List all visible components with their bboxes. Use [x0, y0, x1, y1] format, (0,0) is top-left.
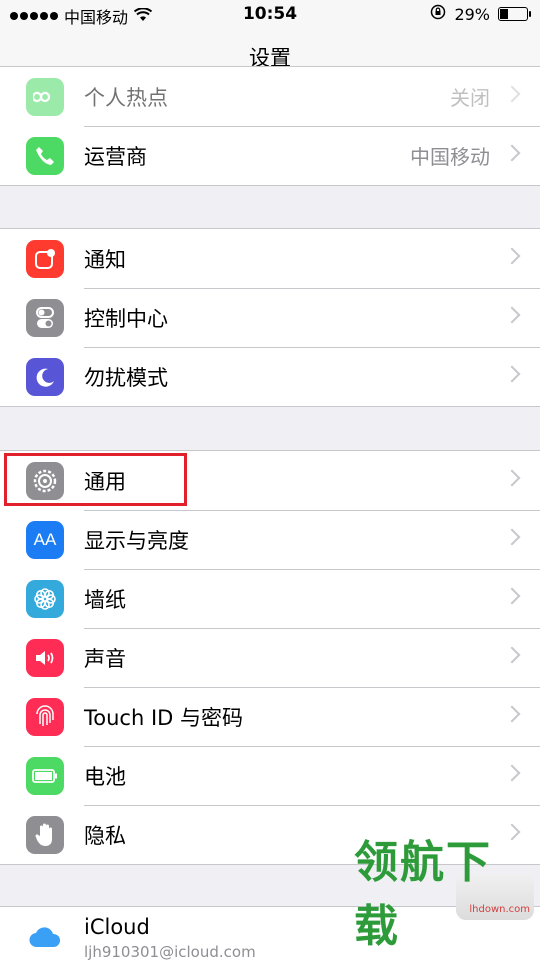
battery-percent: 29%: [454, 4, 490, 24]
nav-overlay: [0, 28, 540, 84]
settings-row-carrier[interactable]: 运营商 中国移动: [0, 126, 540, 185]
settings-row-battery[interactable]: 电池: [0, 746, 540, 805]
icloud-icon: [26, 919, 64, 957]
chevron-right-icon: [503, 528, 521, 546]
settings-row-notifications[interactable]: 通知: [0, 229, 540, 288]
highlight-box: [4, 453, 187, 506]
battery-icon: [498, 7, 531, 21]
settings-row-touch-id[interactable]: Touch ID 与密码: [0, 687, 540, 746]
settings-row-label: 隐私: [84, 823, 126, 848]
chevron-right-icon: [503, 85, 521, 103]
chevron-right-icon: [503, 306, 521, 324]
settings-row-label: 勿扰模式: [84, 365, 168, 390]
brightness-icon: AA: [26, 521, 64, 559]
settings-row-label: 墙纸: [84, 587, 126, 612]
icloud-label: iCloud: [84, 915, 150, 939]
settings-row-label: 显示与亮度: [84, 528, 189, 553]
orientation-lock-icon: [430, 4, 446, 24]
settings-row-label: 个人热点: [84, 85, 168, 110]
settings-row-label: 通知: [84, 247, 126, 272]
chevron-right-icon: [503, 247, 521, 265]
phone-icon: [26, 137, 64, 175]
brightness-glyph: AA: [33, 530, 57, 549]
settings-row-label: Touch ID 与密码: [84, 705, 243, 730]
battery-icon: [26, 757, 64, 795]
settings-group-notifications: 通知 控制中心 勿扰模式: [0, 228, 540, 407]
chevron-right-icon: [503, 144, 521, 162]
settings-row-display-brightness[interactable]: AA 显示与亮度: [0, 510, 540, 569]
settings-row-value: 中国移动: [410, 145, 490, 169]
battery-area: 29%: [430, 4, 531, 24]
settings-row-wallpaper[interactable]: 墙纸: [0, 569, 540, 628]
chevron-right-icon: [503, 469, 521, 487]
moon-icon: [26, 358, 64, 396]
chevron-right-icon: [503, 365, 521, 383]
status-bar: 中国移动 10:54 29%: [0, 0, 540, 28]
chevron-right-icon: [503, 587, 521, 605]
settings-row-control-center[interactable]: 控制中心: [0, 288, 540, 347]
settings-row-label: 声音: [84, 646, 126, 671]
watermark-text: 领航下载: [354, 837, 492, 952]
speaker-icon: [26, 639, 64, 677]
settings-row-value: 关闭: [450, 86, 490, 110]
icloud-account-email: ljh910301@icloud.com: [84, 943, 256, 960]
chevron-right-icon: [503, 705, 521, 723]
settings-group-general: 通用 AA 显示与亮度 墙纸 声音 Touch ID 与密码 电池 隐私: [0, 450, 540, 865]
fingerprint-icon: [26, 698, 64, 736]
chevron-right-icon: [503, 646, 521, 664]
hand-icon: [26, 816, 64, 854]
notifications-icon: [26, 240, 64, 278]
settings-row-sounds[interactable]: 声音: [0, 628, 540, 687]
chevron-right-icon: [503, 764, 521, 782]
settings-row-label: 运营商: [84, 144, 147, 169]
wallpaper-icon: [26, 580, 64, 618]
settings-row-do-not-disturb[interactable]: 勿扰模式: [0, 347, 540, 406]
settings-row-label: 电池: [84, 764, 126, 789]
watermark-logo: lhdown.com 领航下载: [354, 837, 534, 954]
control-center-icon: [26, 299, 64, 337]
settings-row-label: 控制中心: [84, 306, 168, 331]
settings-group-network: 个人热点 关闭 运营商 中国移动: [0, 66, 540, 186]
